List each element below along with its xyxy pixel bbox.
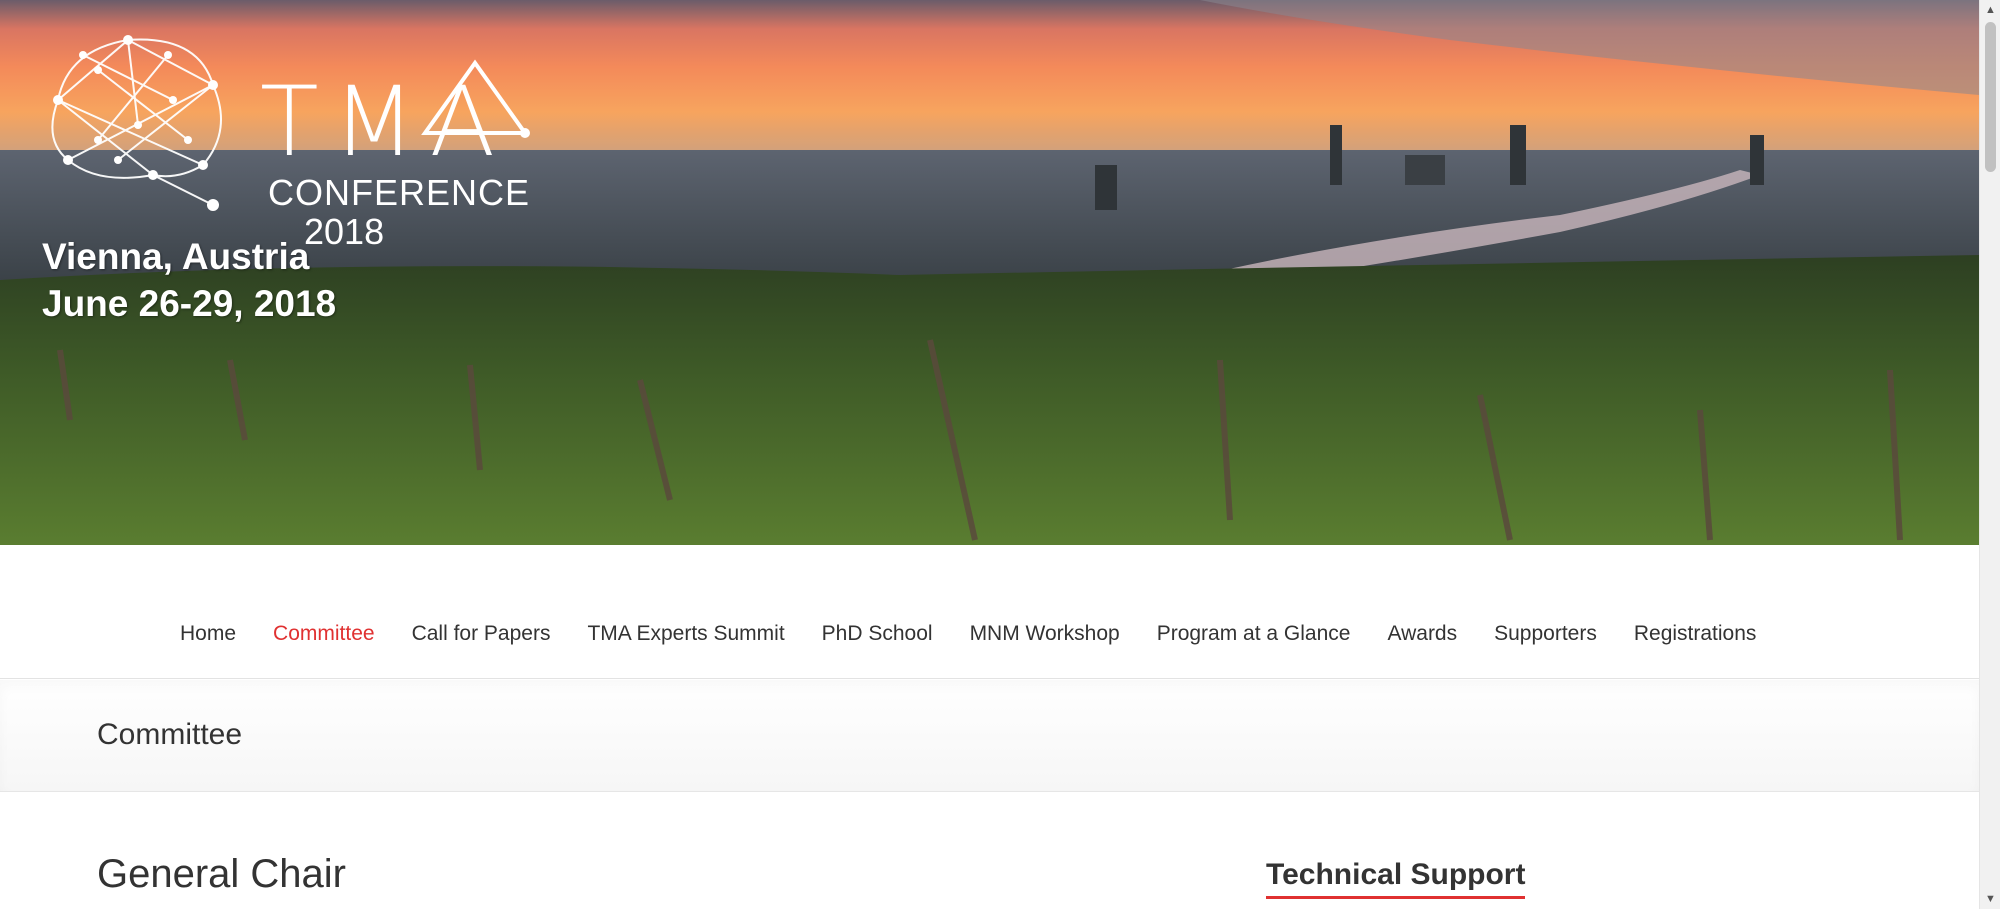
nav-item-registrations[interactable]: Registrations [1634,622,1757,646]
brain-network-icon [51,35,222,211]
nav-item-awards[interactable]: Awards [1387,622,1457,646]
scrollbar-thumb[interactable] [1985,22,1996,172]
nav-item-call-for-papers[interactable]: Call for Papers [412,622,551,646]
page-title: Committee [97,718,243,751]
nav-item-committee[interactable]: Committee [273,622,375,646]
nav-item-home[interactable]: Home [180,622,236,646]
nav-item-mnm-workshop[interactable]: MNM Workshop [970,622,1120,646]
vertical-scrollbar[interactable]: ▲ ▼ [1979,0,2000,909]
header-banner: TMA CONFERENCE 2018 Vienna, Austria June… [0,0,1979,545]
nav-menu: Home Committee Call for Papers TMA Exper… [180,622,1793,646]
logo-subtitle: CONFERENCE [268,172,531,213]
event-location-dates: Vienna, Austria June 26-29, 2018 [42,233,336,327]
event-dates: June 26-29, 2018 [42,283,337,324]
scroll-up-arrow-icon[interactable]: ▲ [1980,0,2000,20]
page: TMA CONFERENCE 2018 Vienna, Austria June… [0,0,1979,909]
sidebar-widget-title: Technical Support [1266,858,1526,899]
section-heading-general-chair: General Chair [97,852,347,896]
nav-item-tma-experts-summit[interactable]: TMA Experts Summit [587,622,784,646]
tma-logo[interactable]: TMA CONFERENCE 2018 [28,30,530,250]
scroll-down-arrow-icon[interactable]: ▼ [1980,889,2000,909]
main-navigation: Home Committee Call for Papers TMA Exper… [0,545,1979,679]
logo-title: TMA [260,66,510,178]
nav-item-program-at-a-glance[interactable]: Program at a Glance [1157,622,1351,646]
event-location: Vienna, Austria [42,236,310,277]
nav-item-phd-school[interactable]: PhD School [822,622,933,646]
nav-item-supporters[interactable]: Supporters [1494,622,1597,646]
page-title-bar: Committee [0,680,1979,792]
